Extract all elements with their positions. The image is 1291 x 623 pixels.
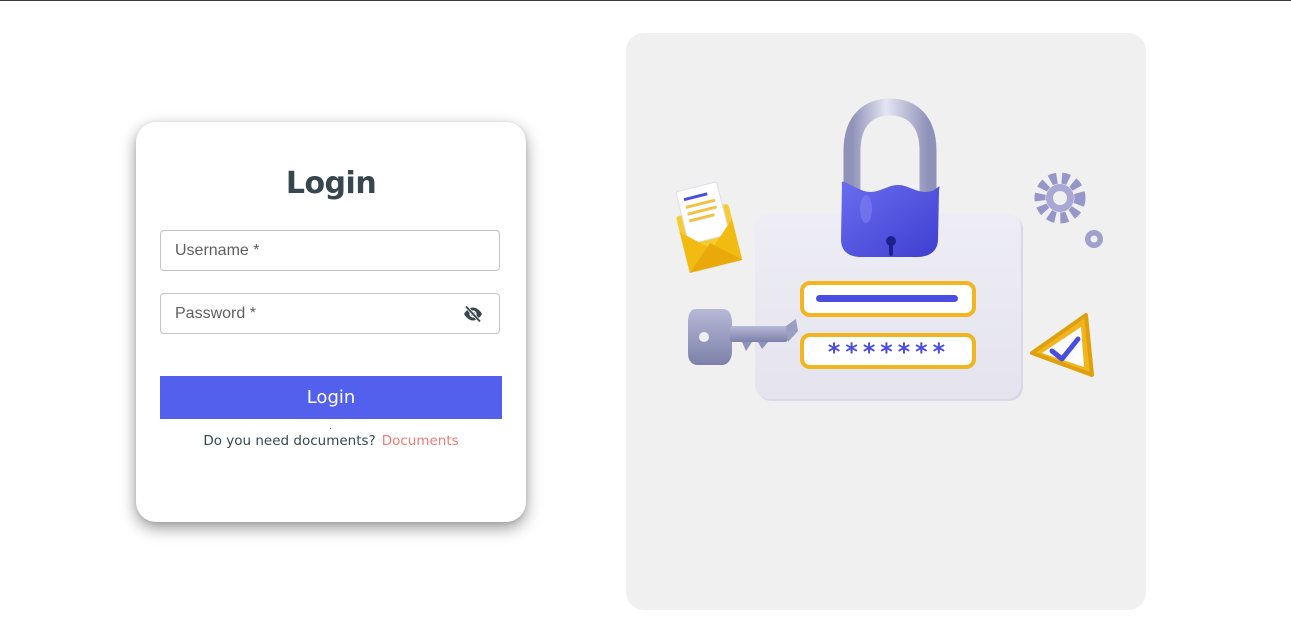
- divider-dot: [330, 428, 331, 429]
- check-warning-icon: [1030, 313, 1094, 377]
- login-title: Login: [285, 166, 377, 201]
- password-input[interactable]: [161, 294, 499, 333]
- eye-off-icon[interactable]: [463, 305, 483, 323]
- top-border: [0, 0, 1291, 1]
- envelope-icon: [675, 181, 743, 273]
- documents-prompt-line: Do you need documents? Documents: [136, 433, 526, 449]
- login-card: Login Login Do you need documents? Docume…: [136, 122, 526, 522]
- password-field[interactable]: [160, 293, 500, 334]
- documents-link[interactable]: Documents: [382, 433, 459, 449]
- documents-prompt-text: Do you need documents?: [203, 433, 376, 449]
- username-input[interactable]: [161, 231, 499, 270]
- gear-icon: [1034, 172, 1103, 248]
- login-button[interactable]: Login: [160, 376, 502, 419]
- username-field[interactable]: [160, 230, 500, 271]
- padlock-icon: [841, 98, 940, 257]
- security-illustration: *******: [626, 33, 1146, 610]
- password-mask-text: *******: [827, 338, 949, 366]
